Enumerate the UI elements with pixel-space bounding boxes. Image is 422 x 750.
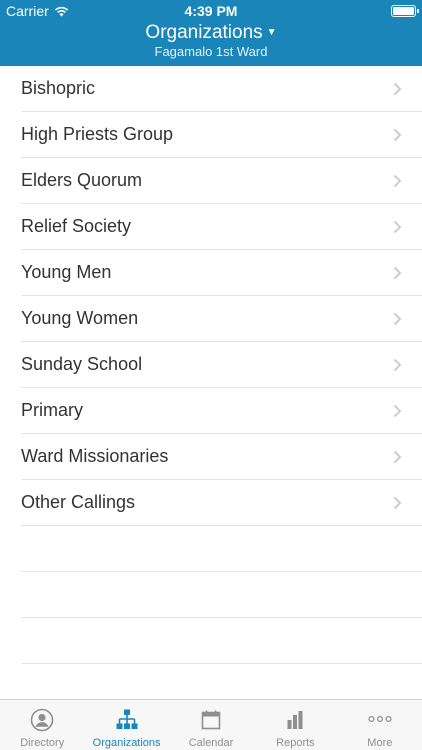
status-time: 4:39 PM (184, 3, 238, 19)
calendar-icon (201, 710, 221, 730)
tab-bar: Directory Organizations Calendar Reports (0, 699, 422, 750)
list-item-young-men[interactable]: Young Men (21, 250, 422, 296)
list-item-label: Other Callings (21, 492, 136, 512)
chevron-right-icon (393, 266, 402, 280)
empty-row (21, 618, 422, 664)
tab-directory[interactable]: Directory (0, 700, 84, 750)
chevron-right-icon (393, 404, 402, 418)
list-item-label: Sunday School (21, 354, 143, 374)
tab-label: Directory (20, 737, 65, 749)
list-item-label: High Priests Group (21, 124, 174, 144)
list-item-elders-quorum[interactable]: Elders Quorum (21, 158, 422, 204)
list-item-relief-society[interactable]: Relief Society (21, 204, 422, 250)
list-item-label: Elders Quorum (21, 170, 143, 190)
list-item-other-callings[interactable]: Other Callings (21, 480, 422, 526)
chevron-right-icon (393, 496, 402, 510)
list-item-label: Young Men (21, 262, 112, 282)
org-chart-icon (116, 709, 138, 729)
list-item-label: Primary (21, 400, 83, 420)
ward-subtitle: Fagamalo 1st Ward (154, 44, 268, 59)
list-item-young-women[interactable]: Young Women (21, 296, 422, 342)
more-icon (368, 715, 392, 723)
list-item-label: Relief Society (21, 216, 132, 236)
battery-icon (391, 5, 419, 17)
chevron-right-icon (393, 128, 402, 142)
list-item-high-priests-group[interactable]: High Priests Group (21, 112, 422, 158)
chevron-right-icon (393, 450, 402, 464)
empty-row (21, 526, 422, 572)
person-icon (30, 708, 54, 732)
list-item-label: Bishopric (21, 78, 96, 98)
tab-label: More (367, 737, 393, 749)
caret-down-icon: ▼ (266, 27, 277, 38)
list-item-label: Young Women (21, 308, 139, 328)
status-bar: Carrier 4:39 PM (0, 0, 422, 22)
tab-reports[interactable]: Reports (253, 700, 337, 750)
chevron-right-icon (393, 312, 402, 326)
list-item-label: Ward Missionaries (21, 446, 169, 466)
tab-calendar[interactable]: Calendar (169, 700, 253, 750)
page-title: Organizations (145, 22, 263, 44)
chevron-right-icon (393, 82, 402, 96)
empty-row (21, 572, 422, 618)
organizations-list: Bishopric High Priests Group Elders Quor… (0, 66, 422, 664)
chevron-right-icon (393, 174, 402, 188)
tab-more[interactable]: More (338, 700, 422, 750)
nav-title-dropdown[interactable]: Organizations ▼ (0, 22, 422, 44)
list-item-bishopric[interactable]: Bishopric (21, 66, 422, 112)
chevron-right-icon (393, 220, 402, 234)
tab-label: Calendar (188, 737, 234, 749)
tab-label: Organizations (92, 737, 161, 749)
tab-label: Reports (276, 737, 315, 749)
tab-organizations[interactable]: Organizations (84, 700, 168, 750)
list-item-sunday-school[interactable]: Sunday School (21, 342, 422, 388)
list-item-ward-missionaries[interactable]: Ward Missionaries (21, 434, 422, 480)
nav-header: Carrier 4:39 PM Organizations ▼ Fagamalo … (0, 0, 422, 66)
chevron-right-icon (393, 358, 402, 372)
bar-chart-icon (287, 711, 303, 729)
list-item-primary[interactable]: Primary (21, 388, 422, 434)
